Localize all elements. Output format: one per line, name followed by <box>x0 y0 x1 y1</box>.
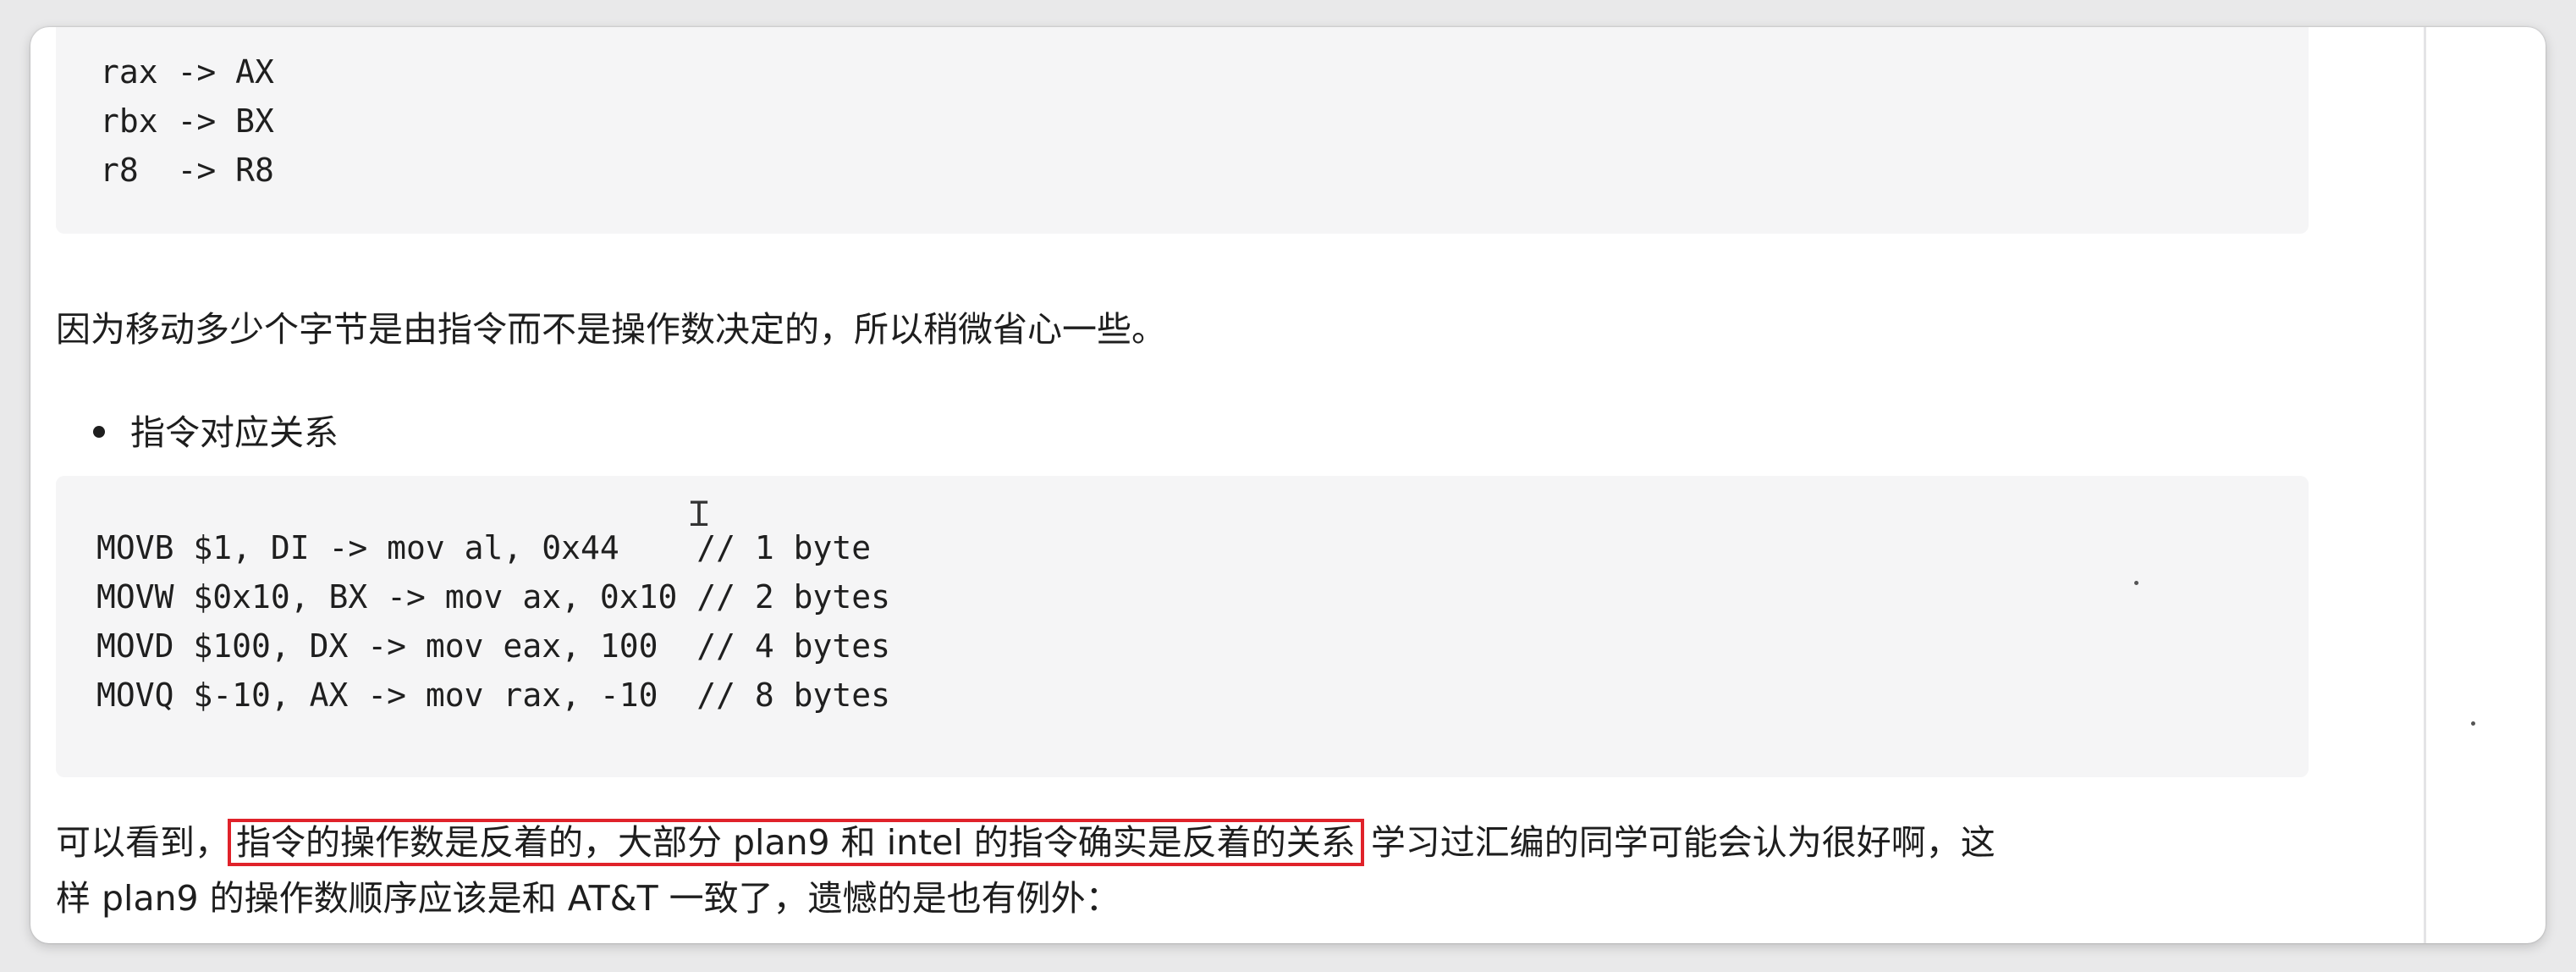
paragraph-operand-order-line2: 样 plan9 的操作数顺序应该是和 AT&T 一致了，遗憾的是也有例外： <box>56 878 1120 919</box>
sidebar-divider <box>2424 27 2426 943</box>
paragraph-prefix: 可以看到， <box>56 822 229 863</box>
paragraph-operand-order: 可以看到， 指令的操作数是反着的，大部分 plan9 和 intel 的指令确实是… <box>56 815 1995 870</box>
highlighted-text: 指令的操作数是反着的，大部分 plan9 和 intel 的指令确实是反着的关系 <box>228 819 1364 866</box>
document-window: rax -> AX rbx -> BX r8 -> R8 因为移动多少个字节是由指令… <box>30 27 2546 943</box>
code-block-register-map: rax -> AX rbx -> BX r8 -> R8 <box>56 27 2309 234</box>
code-line: MOVQ $-10, AX -> mov rax, -10 // 8 bytes <box>96 677 890 714</box>
code-line: rbx -> BX <box>100 102 274 140</box>
list-item: 指令对应关系 <box>93 405 339 461</box>
paragraph-byte-size-note: 因为移动多少个字节是由指令而不是操作数决定的，所以稍微省心一些。 <box>56 309 1166 350</box>
bullet-icon <box>93 426 105 438</box>
code-line: r8 -> R8 <box>100 152 274 189</box>
code-line: MOVB $1, DI -> mov al, 0x44 // 1 byte <box>96 529 872 566</box>
paragraph-suffix: 学习过汇编的同学可能会认为很好啊，这 <box>1370 822 1995 863</box>
speck <box>2134 581 2138 585</box>
speck <box>2471 721 2475 726</box>
list-item-label: 指令对应关系 <box>130 412 339 453</box>
code-line: rax -> AX <box>100 53 274 91</box>
code-line: MOVW $0x10, BX -> mov ax, 0x10 // 2 byte… <box>96 578 890 616</box>
code-line: MOVD $100, DX -> mov eax, 100 // 4 bytes <box>96 627 890 665</box>
text-cursor-icon: Ｉ <box>682 495 716 534</box>
code-block-instruction-map: MOVB $1, DI -> mov al, 0x44 // 1 byte MOV… <box>56 476 2309 777</box>
